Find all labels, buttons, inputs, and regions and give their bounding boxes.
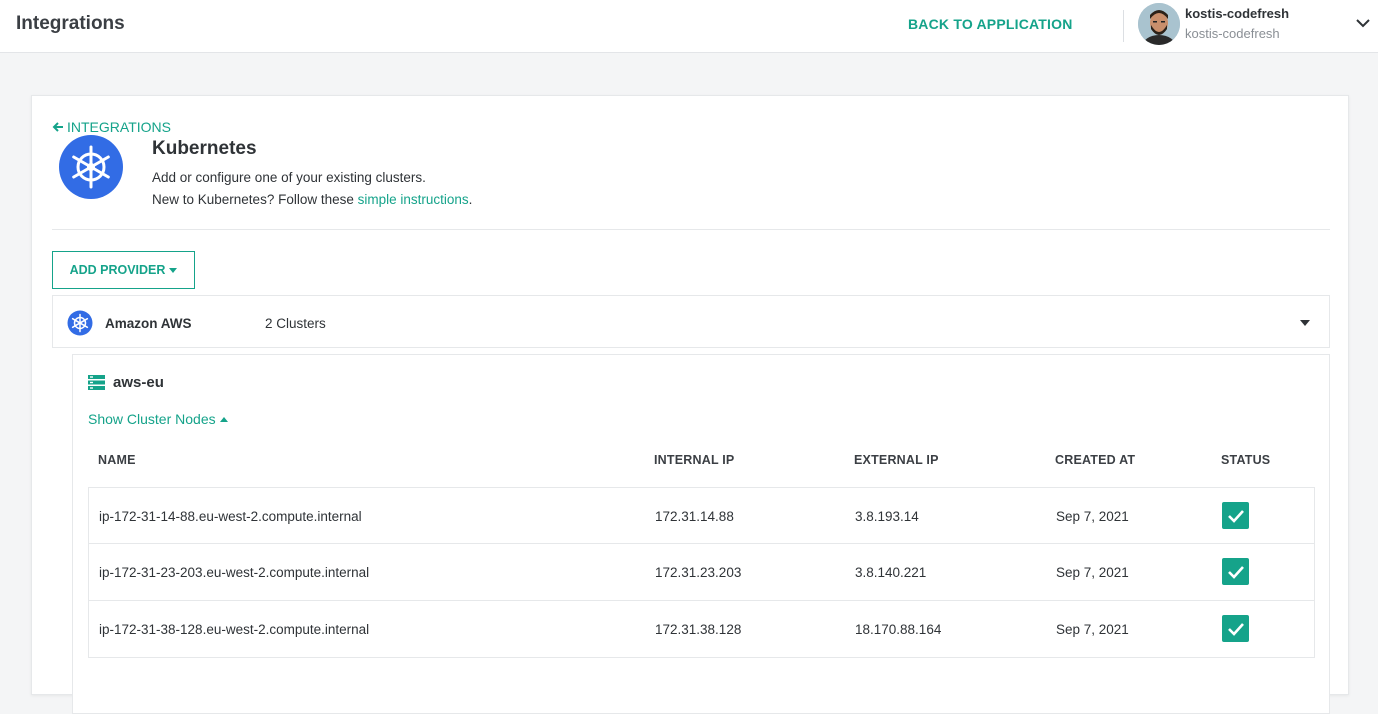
cluster-name: aws-eu [113, 374, 164, 391]
user-avatar[interactable] [1138, 3, 1180, 45]
status-check-icon [1222, 558, 1249, 585]
column-header-internal-ip: INTERNAL IP [654, 453, 735, 467]
breadcrumb-integrations[interactable]: INTEGRATIONS [52, 119, 171, 135]
caret-down-icon[interactable] [1300, 320, 1310, 326]
simple-instructions-link[interactable]: simple instructions [358, 192, 469, 207]
chevron-down-icon[interactable] [1354, 14, 1372, 32]
user-name: kostis-codefresh [1185, 6, 1290, 21]
kubernetes-logo-icon [59, 135, 123, 199]
provider-row-amazon-aws[interactable]: Amazon AWS 2 Clusters [52, 295, 1330, 348]
top-bar: Integrations BACK TO APPLICATION kostis-… [0, 0, 1378, 53]
section-divider [52, 229, 1330, 230]
node-external-ip: 18.170.88.164 [855, 622, 942, 637]
server-stack-icon [88, 375, 105, 390]
status-check-icon [1222, 502, 1249, 529]
node-created-at: Sep 7, 2021 [1056, 622, 1129, 637]
column-header-name: NAME [98, 453, 136, 467]
provider-name: Amazon AWS [105, 316, 192, 331]
nodes-table: ip-172-31-14-88.eu-west-2.compute.intern… [88, 487, 1315, 658]
table-row[interactable]: ip-172-31-38-128.eu-west-2.compute.inter… [88, 601, 1315, 658]
node-internal-ip: 172.31.14.88 [655, 509, 734, 524]
kubernetes-icon [67, 310, 93, 336]
arrow-left-icon [52, 122, 63, 132]
caret-down-icon [169, 267, 178, 273]
back-to-application-link[interactable]: BACK TO APPLICATION [908, 16, 1073, 32]
node-internal-ip: 172.31.23.203 [655, 565, 742, 580]
column-header-created-at: CREATED AT [1055, 453, 1136, 467]
show-cluster-nodes-label: Show Cluster Nodes [88, 411, 216, 427]
show-cluster-nodes-toggle[interactable]: Show Cluster Nodes [88, 411, 228, 427]
column-header-status: STATUS [1221, 453, 1271, 467]
integration-title: Kubernetes [152, 138, 257, 159]
user-account: kostis-codefresh [1185, 26, 1280, 41]
integration-description: Add or configure one of your existing cl… [152, 170, 426, 185]
node-name: ip-172-31-14-88.eu-west-2.compute.intern… [99, 509, 362, 524]
add-provider-label: ADD PROVIDER [69, 263, 166, 277]
node-created-at: Sep 7, 2021 [1056, 565, 1129, 580]
table-row[interactable]: ip-172-31-14-88.eu-west-2.compute.intern… [88, 487, 1315, 544]
node-created-at: Sep 7, 2021 [1056, 509, 1129, 524]
status-check-icon [1222, 615, 1249, 642]
node-name: ip-172-31-23-203.eu-west-2.compute.inter… [99, 565, 370, 580]
node-internal-ip: 172.31.38.128 [655, 622, 742, 637]
breadcrumb-label: INTEGRATIONS [67, 119, 171, 135]
help-suffix: . [468, 192, 473, 207]
header-divider [1123, 10, 1124, 42]
table-row[interactable]: ip-172-31-23-203.eu-west-2.compute.inter… [88, 544, 1315, 601]
add-provider-button[interactable]: ADD PROVIDER [52, 251, 195, 289]
integration-card: INTEGRATIONS Kubernetes Add or configure… [31, 95, 1349, 714]
cluster-panel: aws-eu Show Cluster Nodes NAME INTERNAL … [72, 354, 1330, 714]
page-title: Integrations [16, 13, 125, 34]
help-prefix: New to Kubernetes? Follow these [152, 192, 358, 207]
provider-cluster-count: 2 Clusters [265, 316, 326, 331]
caret-up-icon [219, 416, 228, 422]
node-external-ip: 3.8.140.221 [855, 565, 927, 580]
node-name: ip-172-31-38-128.eu-west-2.compute.inter… [99, 622, 370, 637]
node-external-ip: 3.8.193.14 [855, 509, 919, 524]
column-header-external-ip: EXTERNAL IP [854, 453, 939, 467]
integration-help-text: New to Kubernetes? Follow these simple i… [152, 192, 472, 207]
